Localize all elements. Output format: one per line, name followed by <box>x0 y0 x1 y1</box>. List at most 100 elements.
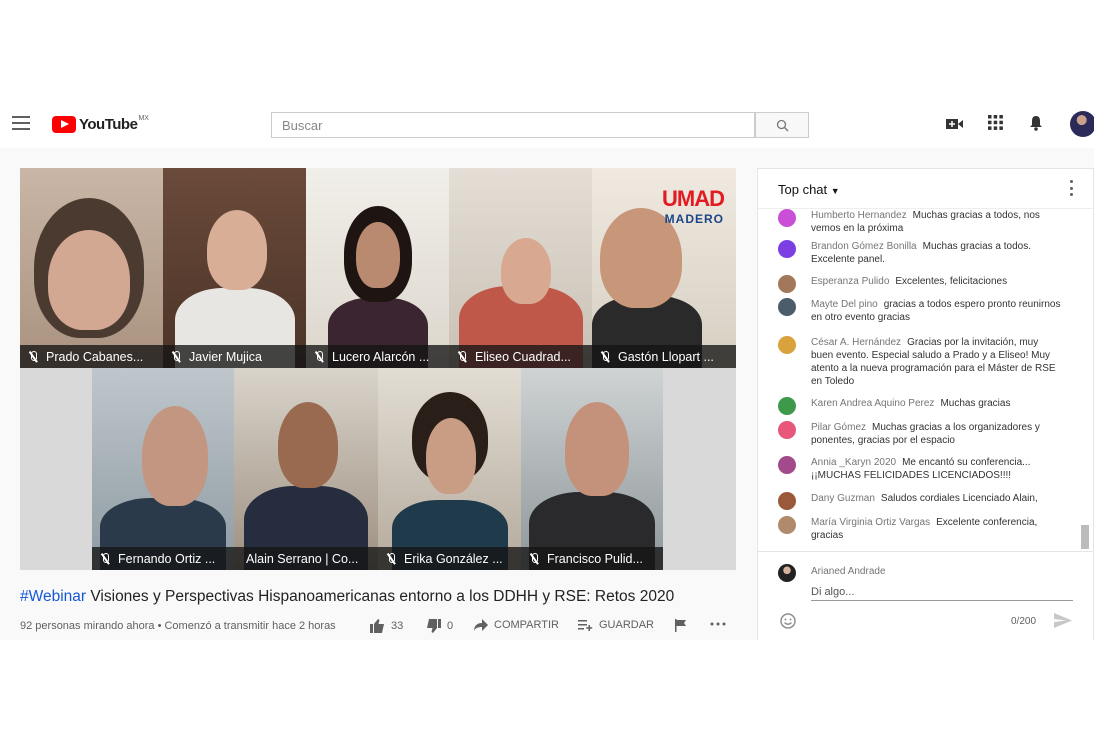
live-chat: Top chat ▼ Humberto Hernandez Muchas grac… <box>757 168 1094 641</box>
message-body: Dany Guzman Saludos cordiales Licenciado … <box>811 492 1038 510</box>
apps-button[interactable] <box>988 115 1003 135</box>
chat-message[interactable]: César A. Hernández Gracias por la invitac… <box>778 336 1063 388</box>
author-avatar[interactable] <box>778 456 796 474</box>
message-author[interactable]: María Virginia Ortiz Vargas <box>811 517 930 528</box>
author-avatar[interactable] <box>778 240 796 258</box>
participant-name: Gastón Llopart ... <box>618 349 714 364</box>
chevron-down-icon: ▼ <box>830 186 840 196</box>
participant-face <box>426 418 476 494</box>
mic-muted-icon <box>529 552 539 565</box>
chat-message[interactable]: Esperanza Pulido Excelentes, felicitacion… <box>778 275 1063 293</box>
participant-tile: Fernando Ortiz ... <box>92 368 234 570</box>
video-filler <box>663 368 736 570</box>
chat-mode-dropdown[interactable]: Top chat ▼ <box>778 182 840 197</box>
like-count: 33 <box>391 620 404 632</box>
more-actions-button[interactable] <box>710 622 732 626</box>
view-count: 92 personas mirando ahora • Comenzó a tr… <box>20 620 336 632</box>
participant-label: Gastón Llopart ... <box>592 345 736 368</box>
bell-icon <box>1030 116 1042 131</box>
message-body: César A. Hernández Gracias por la invitac… <box>811 336 1063 388</box>
participant-label: Eliseo Cuadrad... <box>449 345 592 368</box>
participant-label: Erika González ... <box>378 547 521 570</box>
send-button[interactable] <box>1054 613 1072 633</box>
share-label: COMPARTIR <box>494 619 559 631</box>
umad-logo: UMAD MADERO <box>662 186 725 226</box>
chat-messages[interactable]: Humberto Hernandez Muchas gracias a todos… <box>758 209 1093 551</box>
emoji-icon <box>780 613 796 629</box>
flag-icon <box>675 619 686 632</box>
participant-face <box>142 406 208 506</box>
save-button[interactable]: GUARDAR <box>578 619 654 631</box>
participant-label: Javier Mujica <box>163 345 306 368</box>
message-author[interactable]: Dany Guzman <box>811 493 875 504</box>
search-button[interactable] <box>755 112 809 138</box>
participant-tile: Alain Serrano | Co... <box>234 368 378 570</box>
message-body: Pilar Gómez Muchas gracias a los organiza… <box>811 421 1063 447</box>
author-avatar[interactable] <box>778 298 796 316</box>
chat-message[interactable]: Annia _Karyn 2020 Me encantó su conferenc… <box>778 456 1063 482</box>
emoji-button[interactable] <box>780 613 796 634</box>
like-button[interactable]: 33 <box>370 619 403 633</box>
author-avatar[interactable] <box>778 492 796 510</box>
chat-message[interactable]: Humberto Hernandez Muchas gracias a todos… <box>778 209 1063 235</box>
char-counter: 0/200 <box>1011 616 1037 627</box>
participant-name: Javier Mujica <box>189 349 262 364</box>
participant-face <box>565 402 629 496</box>
brand-line1: UMAD <box>662 186 725 211</box>
participant-face <box>501 238 551 304</box>
author-avatar[interactable] <box>778 336 796 354</box>
message-author[interactable]: Pilar Gómez <box>811 422 866 433</box>
chat-message[interactable]: María Virginia Ortiz Vargas Excelente con… <box>778 516 1063 542</box>
save-label: GUARDAR <box>599 619 655 631</box>
message-author[interactable]: Mayte Del pino <box>811 299 878 310</box>
search-box <box>271 112 755 138</box>
chat-message[interactable]: Brandon Gómez Bonilla Muchas gracias a to… <box>778 240 1063 266</box>
chat-input[interactable] <box>811 583 1073 601</box>
user-avatar[interactable] <box>1070 111 1094 137</box>
youtube-logo[interactable]: YouTube MX <box>52 114 149 134</box>
chat-input-panel: Arianed Andrade 0/200 <box>758 551 1093 641</box>
message-author[interactable]: Humberto Hernandez <box>811 210 907 221</box>
dislike-button[interactable]: 0 <box>426 619 453 633</box>
logo-text: YouTube <box>79 115 138 133</box>
participant-name: Eliseo Cuadrad... <box>475 349 571 364</box>
create-video-button[interactable] <box>946 117 964 136</box>
thumbs-up-icon <box>370 619 384 633</box>
mic-muted-icon <box>100 552 110 565</box>
mic-muted-icon <box>28 350 38 363</box>
message-body: Mayte Del pino gracias a todos espero pro… <box>811 298 1063 324</box>
message-author[interactable]: Brandon Gómez Bonilla <box>811 241 917 252</box>
chat-message[interactable]: Karen Andrea Aquino Perez Muchas gracias <box>778 397 1063 415</box>
message-author[interactable]: César A. Hernández <box>811 337 901 348</box>
video-filler <box>20 368 92 570</box>
participant-face <box>278 402 338 488</box>
share-button[interactable]: COMPARTIR <box>474 619 559 631</box>
participant-tile: Javier Mujica <box>163 168 306 368</box>
chat-scrollbar[interactable] <box>1081 525 1089 549</box>
participant-label: Alain Serrano | Co... <box>234 547 378 570</box>
hashtag-link[interactable]: #Webinar <box>20 588 86 605</box>
masthead: YouTube MX <box>0 100 1094 148</box>
send-icon <box>1054 613 1072 628</box>
message-author[interactable]: Karen Andrea Aquino Perez <box>811 398 934 409</box>
author-avatar[interactable] <box>778 516 796 534</box>
video-player[interactable]: Prado Cabanes... Javier Mujica Lucero Al… <box>20 168 736 570</box>
author-avatar[interactable] <box>778 275 796 293</box>
author-avatar[interactable] <box>778 397 796 415</box>
video-camera-icon <box>946 119 963 129</box>
menu-icon[interactable] <box>12 116 30 130</box>
chat-more-icon[interactable] <box>1069 180 1073 196</box>
chat-message[interactable]: Pilar Gómez Muchas gracias a los organiza… <box>778 421 1063 447</box>
chat-message[interactable]: Mayte Del pino gracias a todos espero pro… <box>778 298 1063 324</box>
message-author[interactable]: Esperanza Pulido <box>811 276 889 287</box>
notifications-button[interactable] <box>1029 115 1043 136</box>
report-button[interactable] <box>675 619 693 632</box>
author-avatar[interactable] <box>778 421 796 439</box>
chat-message[interactable]: Dany Guzman Saludos cordiales Licenciado … <box>778 492 1063 510</box>
participant-tile: Eliseo Cuadrad... <box>449 168 592 368</box>
author-avatar[interactable] <box>778 209 796 227</box>
more-horizontal-icon <box>710 622 726 626</box>
mic-muted-icon <box>314 350 324 363</box>
message-author[interactable]: Annia _Karyn 2020 <box>811 457 896 468</box>
search-input[interactable] <box>272 113 754 137</box>
